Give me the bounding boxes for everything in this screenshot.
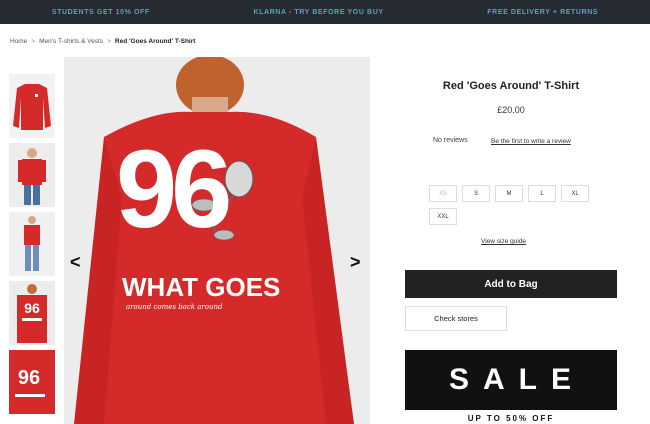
breadcrumb-home[interactable]: Home — [10, 38, 27, 45]
next-image-arrow[interactable]: > — [350, 252, 361, 273]
promo-klarna[interactable]: KLARNA - TRY BEFORE YOU BUY — [253, 9, 383, 16]
model-front-image — [9, 143, 55, 207]
reviews-count: No reviews — [433, 137, 468, 144]
thumbnail-3[interactable] — [9, 212, 55, 276]
thumbnail-list: 96 96 — [9, 74, 57, 419]
promo-students[interactable]: STUDENTS GET 10% OFF — [52, 9, 150, 16]
write-review-link[interactable]: Be the first to write a review — [491, 138, 571, 145]
svg-text:96: 96 — [18, 367, 40, 389]
size-s-button[interactable]: S — [462, 185, 490, 202]
shirt-slogan: WHAT GOES — [122, 272, 281, 302]
size-l-button[interactable]: L — [528, 185, 556, 202]
previous-image-arrow[interactable]: < — [70, 252, 81, 273]
check-stores-button[interactable]: Check stores — [405, 306, 507, 331]
model-back-image: 96 — [9, 281, 55, 345]
add-to-bag-button[interactable]: Add to Bag — [405, 270, 617, 298]
shirt-number: 96 — [116, 128, 232, 251]
promo-delivery[interactable]: FREE DELIVERY + RETURNS — [487, 9, 598, 16]
size-xl-button[interactable]: XL — [561, 185, 589, 202]
breadcrumb-separator: > — [31, 38, 36, 45]
size-xs-button[interactable]: XS — [429, 185, 457, 202]
product-title: Red 'Goes Around' T-Shirt — [442, 80, 580, 92]
thumbnail-1[interactable] — [9, 74, 55, 138]
thumbnail-5[interactable]: 96 — [9, 350, 55, 414]
shirt-script-text: around comes back around — [126, 303, 223, 311]
model-full-image — [9, 212, 55, 276]
sale-subtitle: UP TO 50% OFF — [467, 414, 555, 423]
promo-bar: STUDENTS GET 10% OFF KLARNA - TRY BEFORE… — [0, 0, 650, 24]
size-guide-link[interactable]: View size guide — [481, 238, 526, 245]
svg-text:96: 96 — [24, 300, 40, 316]
breadcrumb-category[interactable]: Men's T-shirts & Vests — [39, 38, 103, 45]
product-price: £20.00 — [497, 105, 525, 115]
breadcrumb-current: Red 'Goes Around' T-Shirt — [114, 38, 196, 45]
sale-banner[interactable]: SALE — [405, 350, 617, 410]
breadcrumb: Home > Men's T-shirts & Vests > Red 'Goe… — [10, 38, 195, 45]
flat-tshirt-image — [9, 74, 55, 138]
print-closeup-image: 96 — [9, 350, 55, 414]
size-xxl-button[interactable]: XXL — [429, 208, 457, 225]
thumbnail-4[interactable]: 96 — [9, 281, 55, 345]
thumbnail-2[interactable] — [9, 143, 55, 207]
size-selector: XS S M L XL XXL — [429, 185, 599, 225]
main-product-image: 96 WHAT GOES around comes back around — [64, 57, 370, 424]
size-m-button[interactable]: M — [495, 185, 523, 202]
breadcrumb-separator: > — [107, 38, 111, 45]
